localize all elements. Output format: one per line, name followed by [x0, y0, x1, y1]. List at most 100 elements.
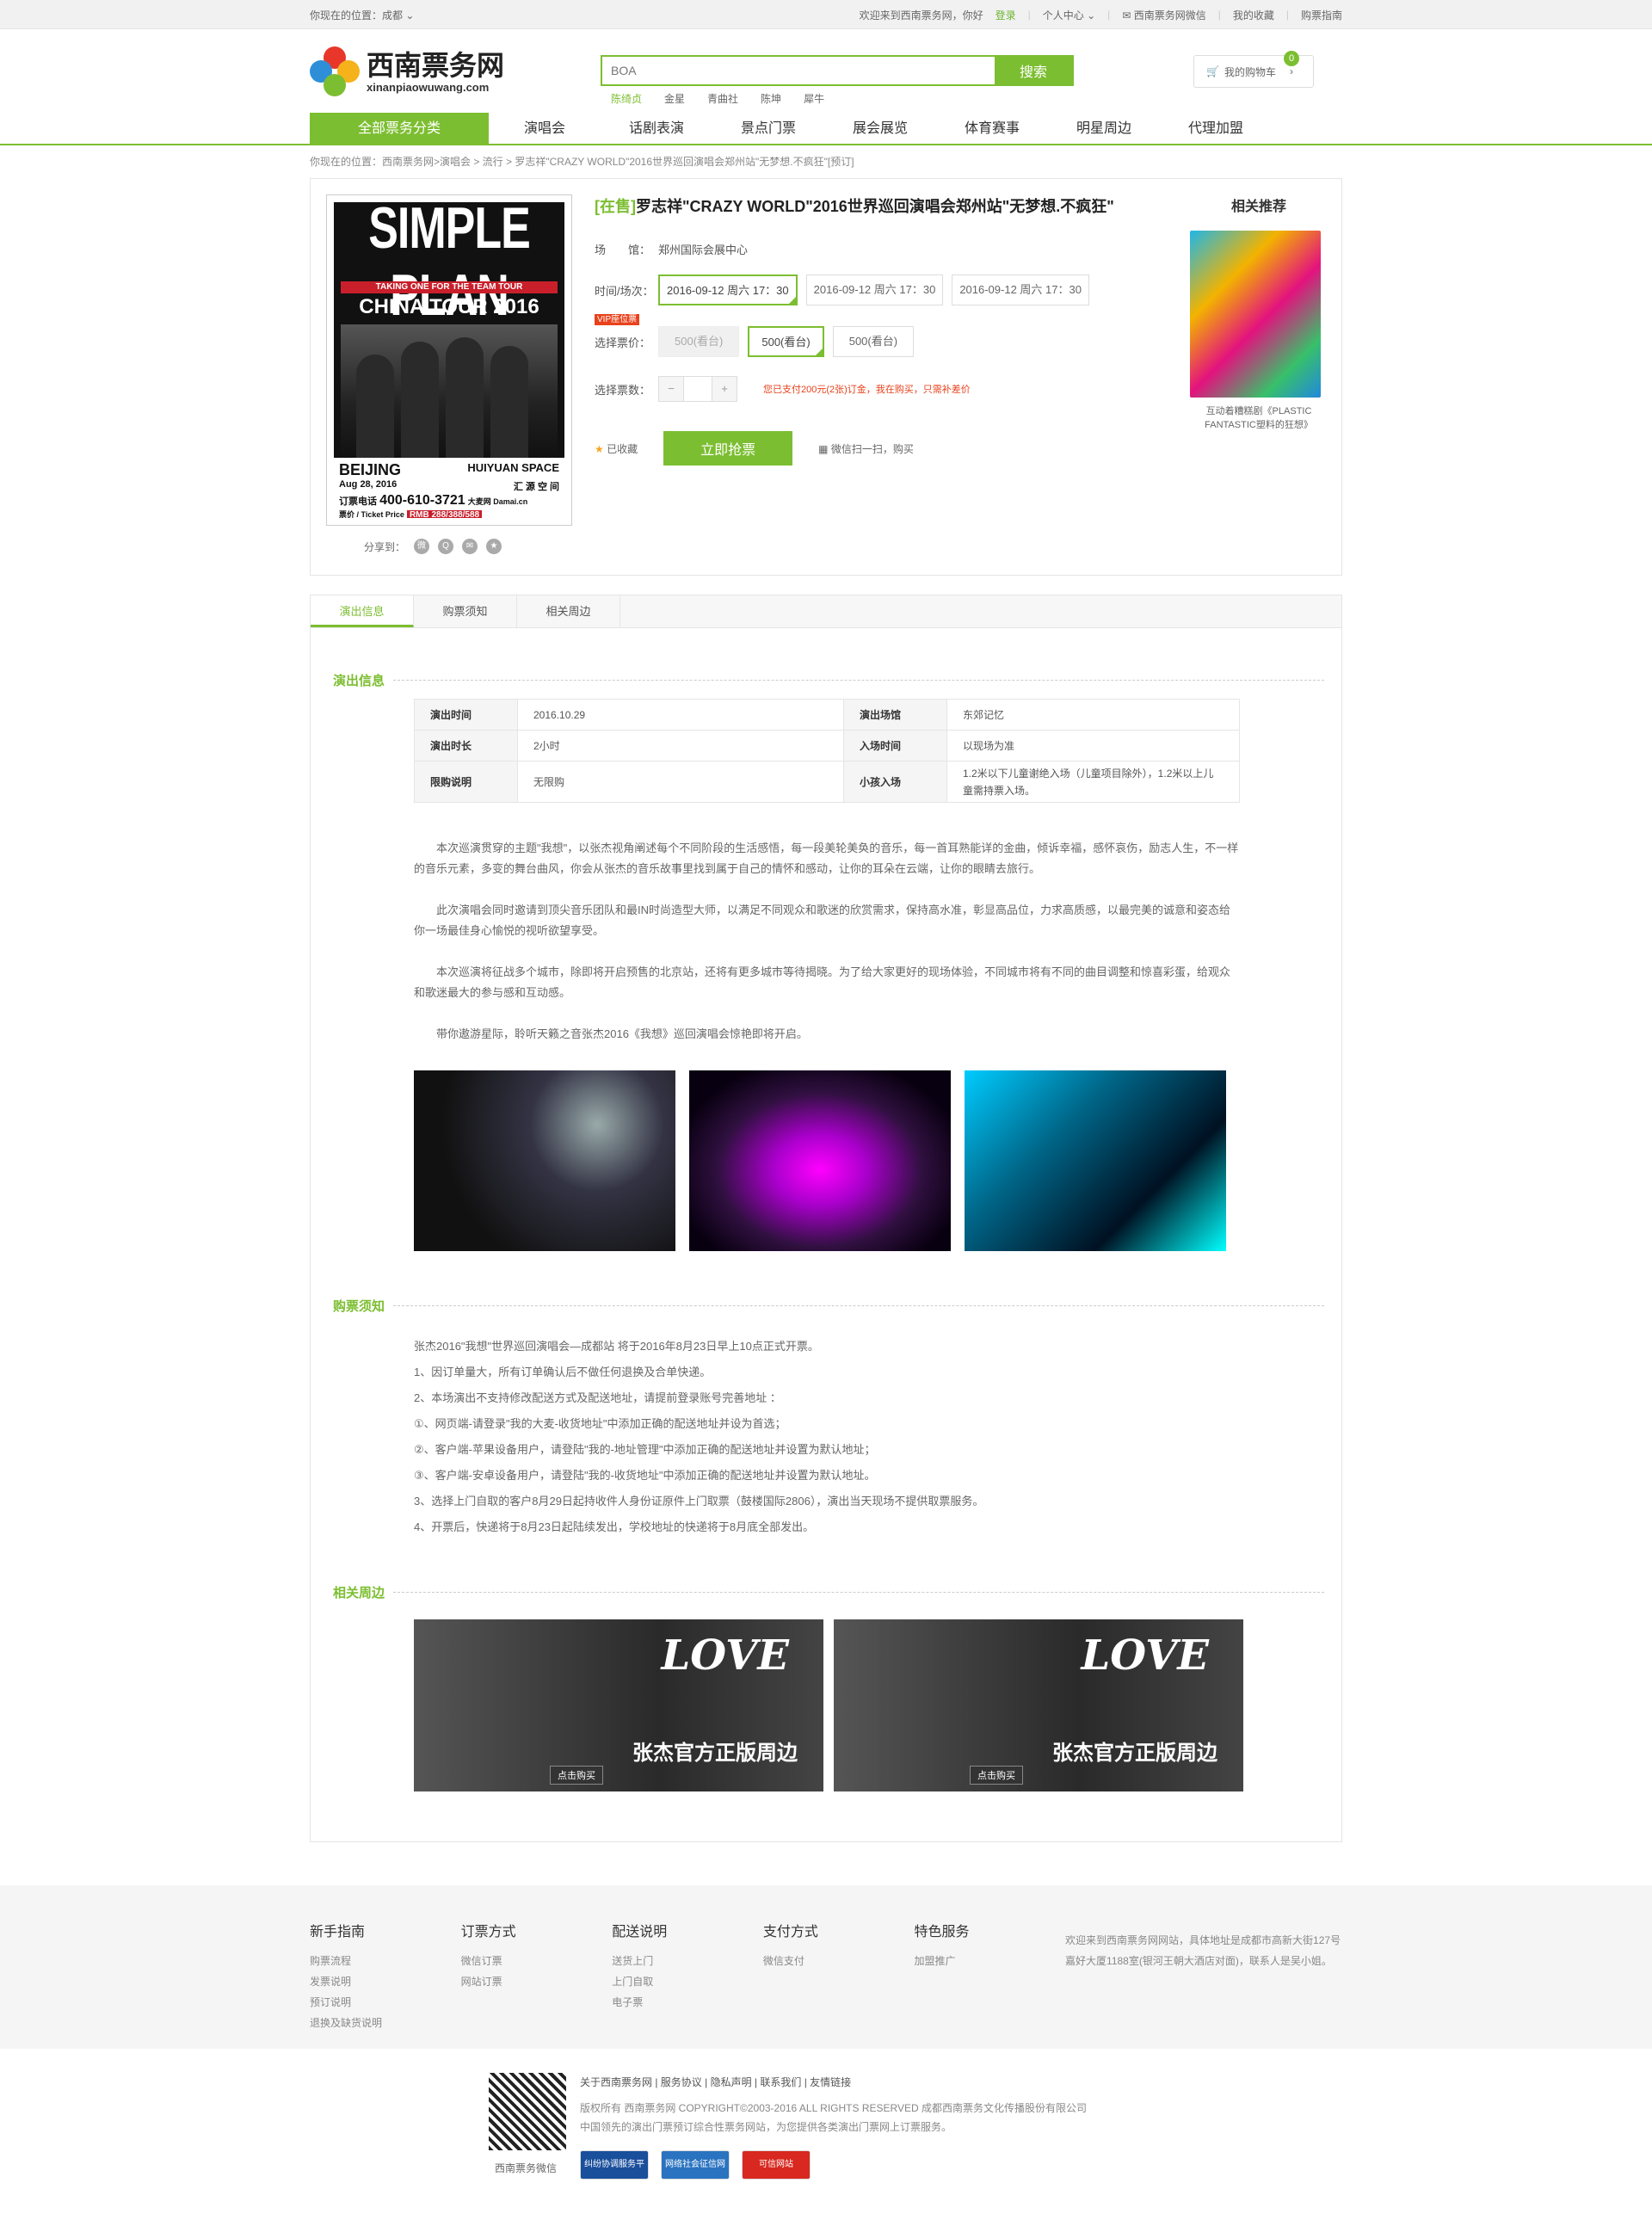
search-button[interactable]: 搜索	[995, 57, 1072, 84]
nav-franchise[interactable]: 代理加盟	[1160, 113, 1272, 145]
hot-keyword[interactable]: 青曲社	[707, 91, 738, 106]
poster-date: Aug 28, 2016	[339, 479, 398, 490]
nav-attractions[interactable]: 景点门票	[712, 113, 824, 145]
hot-keyword[interactable]: 金星	[664, 91, 685, 106]
wechat-buy-label: 微信扫一扫，购买	[830, 442, 914, 455]
wechat-buy[interactable]: ▦ 微信扫一扫，购买	[818, 441, 914, 456]
recommendation-image[interactable]	[1190, 231, 1321, 398]
footer-link[interactable]: 电子票	[612, 1992, 763, 2013]
table-row: 演出时长 2小时 入场时间 以现场为准	[414, 730, 1240, 762]
hot-keyword[interactable]: 陈绮贞	[611, 91, 642, 106]
minus-button[interactable]: −	[659, 377, 683, 401]
recommendation-caption[interactable]: 互动着糟糕剧《PLASTIC FANTASTIC塑料的狂想》	[1190, 404, 1328, 432]
qq-icon[interactable]: Q	[438, 539, 454, 554]
footer-link[interactable]: 送货上门	[612, 1951, 763, 1971]
table-cell-value: 2小时	[517, 730, 844, 762]
merch-banner[interactable]: LOVE 张杰官方正版周边 点击购买	[834, 1619, 1243, 1791]
merch-banner[interactable]: LOVE 张杰官方正版周边 点击购买	[414, 1619, 823, 1791]
login-link[interactable]: 登录	[996, 8, 1016, 22]
tab-purchase-notice[interactable]: 购票须知	[414, 595, 517, 627]
plus-button[interactable]: +	[712, 377, 737, 401]
poster-venue-cn: 汇 源 空 间	[513, 482, 559, 492]
search-input[interactable]	[602, 57, 995, 84]
top-bar: 你现在的位置：成都 ⌄ 欢迎来到西南票务网，你好 登录 | 个人中心 ⌄ | ✉…	[0, 0, 1652, 29]
footer-bottom: 西南票务微信 关于西南票务网 | 服务协议 | 隐私声明 | 联系我们 | 友情…	[0, 2049, 1652, 2220]
rule-line: 1、因订单量大，所有订单确认后不做任何退换及合单快递。	[414, 1366, 712, 1378]
footer-link[interactable]: 网站订票	[461, 1971, 613, 1992]
time-option[interactable]: 2016-09-12 周六 17：30	[805, 274, 944, 305]
chevron-right-icon: ›	[1289, 65, 1293, 77]
merch-title: 张杰官方正版周边	[1052, 1742, 1217, 1765]
credit-badge[interactable]: 网络社会征信网	[661, 2150, 730, 2180]
table-cell-key: 演出时长	[414, 730, 518, 762]
nav-all-categories[interactable]: 全部票务分类	[310, 113, 489, 145]
table-cell-key: 限购说明	[414, 761, 518, 803]
breadcrumb: 你现在的位置：西南票务网>演唱会 > 流行 > 罗志祥"CRAZY WORLD"…	[310, 156, 854, 168]
qzone-icon[interactable]: ★	[486, 539, 502, 554]
star-icon: ★	[595, 442, 604, 455]
time-label: 时间/场次：	[595, 284, 654, 298]
merch-buy-button[interactable]: 点击购买	[550, 1766, 603, 1785]
price-option[interactable]: 500(看台)	[658, 326, 740, 357]
footer-link[interactable]: 预订说明	[310, 1992, 461, 2013]
divider: |	[1217, 9, 1221, 21]
poster-phone: 400-610-3721	[379, 493, 465, 508]
price-option[interactable]: 500(看台)	[832, 326, 915, 357]
dispute-badge[interactable]: 纠纷协调服务平台	[580, 2150, 649, 2197]
quantity-stepper: − +	[658, 376, 737, 402]
status-badge: [在售]	[595, 198, 636, 215]
table-cell-value: 2016.10.29	[517, 699, 844, 731]
footer-nav-links[interactable]: 关于西南票务网 | 服务协议 | 隐私声明 | 联系我们 | 友情链接	[580, 2075, 851, 2089]
wechat-label: 西南票务网微信	[1133, 9, 1206, 22]
search-area: 搜索 陈绮贞 金星 青曲社 陈坤 犀牛	[601, 55, 1074, 106]
favorites-link[interactable]: 我的收藏	[1233, 8, 1274, 22]
guide-link[interactable]: 购票指南	[1301, 8, 1342, 22]
location-selector[interactable]: 你现在的位置：成都 ⌄	[310, 8, 414, 22]
user-center-link[interactable]: 个人中心 ⌄	[1043, 8, 1095, 22]
cart-button[interactable]: 🛒 我的购物车 › 0	[1193, 51, 1314, 88]
footer-col-title: 新手指南	[310, 1925, 366, 1939]
favorite-toggle[interactable]: ★ 已收藏	[595, 441, 638, 456]
footer-link[interactable]: 上门自取	[612, 1971, 763, 1992]
footer-link[interactable]: 购票流程	[310, 1951, 461, 1971]
wechat-link[interactable]: ✉ 西南票务网微信	[1122, 8, 1205, 22]
hot-keyword[interactable]: 陈坤	[761, 91, 781, 106]
poster-city: BEIJING	[339, 461, 402, 478]
rule-line: ③、客户端-安卓设备用户，请登陆"我的-收货地址"中添加正确的配送地址并设置为默…	[414, 1469, 876, 1482]
nav-drama[interactable]: 话剧表演	[601, 113, 712, 145]
site-logo[interactable]: 西南票务网 xinanpiaowuwang.com	[310, 46, 504, 96]
divider	[393, 1592, 1324, 1593]
footer-link[interactable]: 加盟推广	[914, 1951, 1065, 1971]
chevron-down-icon: ⌄	[405, 9, 415, 22]
detail-panel: 演出信息 购票须知 相关周边 演出信息 演出时间 2016.10.29 演出场馆…	[310, 595, 1342, 1842]
footer-link[interactable]: 微信支付	[763, 1951, 915, 1971]
nav-sports[interactable]: 体育赛事	[936, 113, 1048, 145]
footer-col: 新手指南 购票流程 发票说明 预订说明 退换及缺货说明	[310, 1920, 461, 2033]
location-label: 你现在的位置：成都	[310, 9, 404, 22]
wechat-share-icon[interactable]: ✉	[462, 539, 478, 554]
product-info: [在售]罗志祥"CRAZY WORLD"2016世界巡回演唱会郑州站"无梦想.不…	[595, 194, 1145, 466]
nav-concert[interactable]: 演唱会	[489, 113, 601, 145]
weibo-icon[interactable]: 微	[414, 539, 430, 554]
footer-link[interactable]: 退换及缺货说明	[310, 2013, 461, 2033]
nav-star-merch[interactable]: 明星周边	[1048, 113, 1160, 145]
event-poster[interactable]: SIMPLE PLAN TAKING ONE FOR THE TEAM TOUR…	[326, 194, 572, 526]
time-option[interactable]: 2016-09-12 周六 17：30	[952, 274, 1089, 305]
tab-show-info[interactable]: 演出信息	[311, 595, 414, 627]
merch-buy-button[interactable]: 点击购买	[970, 1766, 1023, 1785]
buy-now-button[interactable]: 立即抢票	[663, 431, 793, 466]
hot-keyword[interactable]: 犀牛	[804, 91, 824, 106]
tab-related-merch[interactable]: 相关周边	[517, 595, 620, 627]
trusted-site-badge[interactable]: 可信网站	[742, 2150, 811, 2180]
hot-keywords: 陈绮贞 金星 青曲社 陈坤 犀牛	[601, 91, 1074, 106]
footer-link[interactable]: 微信订票	[461, 1951, 613, 1971]
footer-link[interactable]: 发票说明	[310, 1971, 461, 1992]
wechat-icon: ✉	[1122, 9, 1131, 22]
favorite-label: 已收藏	[607, 442, 638, 455]
time-option[interactable]: 2016-09-12 周六 17：30	[658, 274, 798, 305]
table-row: 限购说明 无限购 小孩入场 1.2米以下儿童谢绝入场（儿童项目除外），1.2米以…	[414, 761, 1240, 803]
price-option[interactable]: 500(看台)	[748, 326, 824, 357]
quantity-input[interactable]	[683, 377, 712, 401]
poster-hotline-label: 订票电话	[339, 496, 377, 507]
nav-exhibition[interactable]: 展会展览	[824, 113, 936, 145]
